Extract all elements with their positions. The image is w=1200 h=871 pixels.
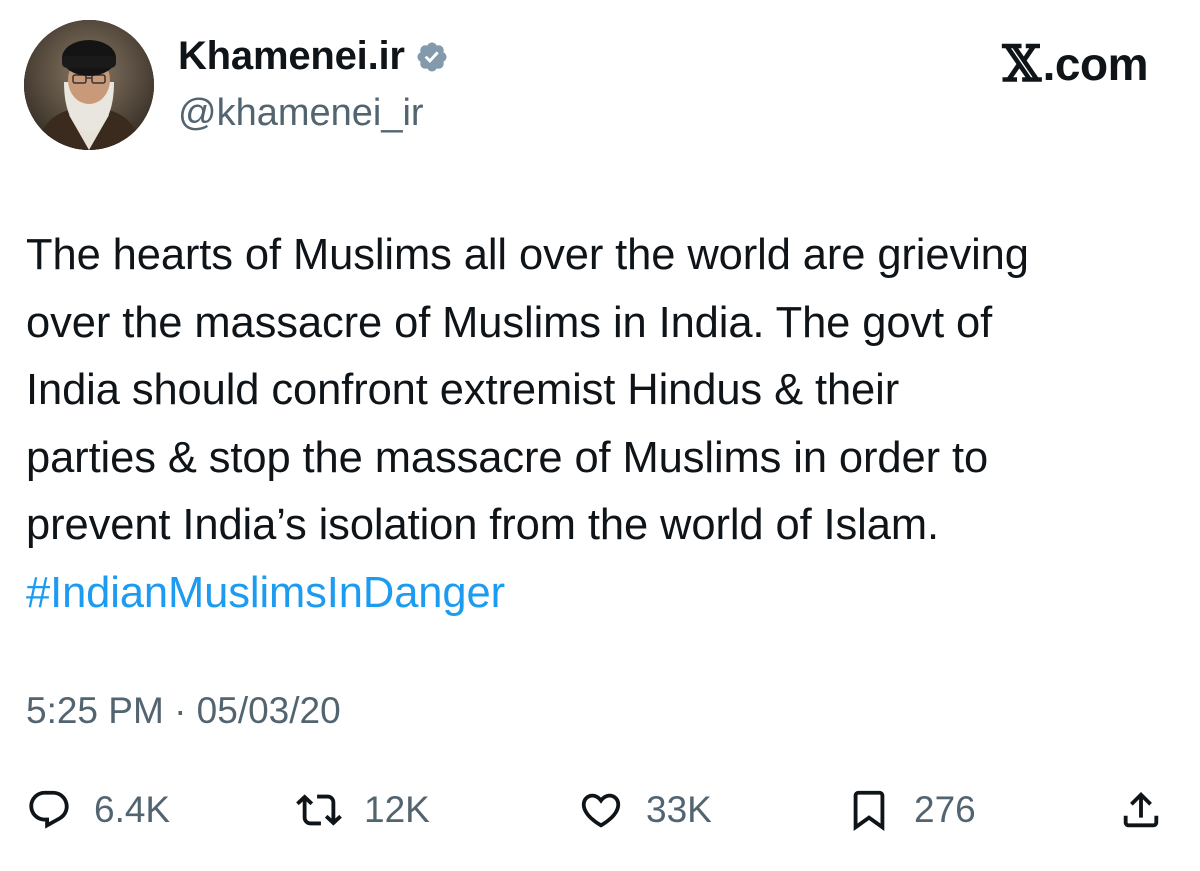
timestamp[interactable]: 5:25 PM · 05/03/20 [26, 690, 341, 732]
repost-icon [296, 794, 342, 826]
bookmark-count: 276 [914, 789, 976, 830]
tweet-text-line: The hearts of Muslims all over the world… [26, 231, 1029, 279]
reply-button[interactable]: 6.4K [26, 780, 170, 840]
avatar[interactable] [24, 20, 154, 150]
brand-suffix: .com [1042, 37, 1149, 90]
display-name[interactable]: Khamenei.ir [178, 34, 405, 79]
action-bar: 6.4K 12K 33K 276 [0, 780, 1200, 840]
verified-badge-icon [417, 41, 447, 72]
avatar-portrait [24, 20, 154, 150]
bookmark-button[interactable]: 276 [846, 780, 976, 840]
tweet-card: Khamenei.ir @khamenei_ir 𝕏 .com The hear… [0, 0, 1200, 871]
tweet-text: The hearts of Muslims all over the world… [26, 222, 1176, 627]
x-brand-logo: 𝕏 .com [1002, 34, 1148, 93]
like-count: 33K [646, 789, 712, 830]
share-icon [1123, 791, 1159, 828]
author-name-row: Khamenei.ir [178, 34, 449, 79]
tweet-text-line: over the massacre of Muslims in India. T… [26, 298, 993, 347]
reply-icon [29, 790, 69, 829]
bookmark-icon [853, 790, 885, 831]
reply-count: 6.4K [94, 789, 171, 830]
x-logo-icon: 𝕏 [1002, 34, 1041, 93]
share-button[interactable] [1118, 780, 1164, 840]
tweet-text-line: India should confront extremist Hindus &… [26, 366, 900, 414]
repost-count: 12K [364, 789, 430, 830]
tweet-text-line: parties & stop the massacre of Muslims i… [26, 433, 989, 482]
tweet-text-line: prevent India’s isolation from the world… [26, 501, 939, 549]
repost-button[interactable]: 12K [296, 780, 430, 840]
like-button[interactable]: 33K [578, 780, 712, 840]
hashtag-link[interactable]: #IndianMuslimsInDanger [26, 560, 1176, 628]
handle[interactable]: @khamenei_ir [178, 92, 424, 135]
like-icon [581, 793, 621, 828]
